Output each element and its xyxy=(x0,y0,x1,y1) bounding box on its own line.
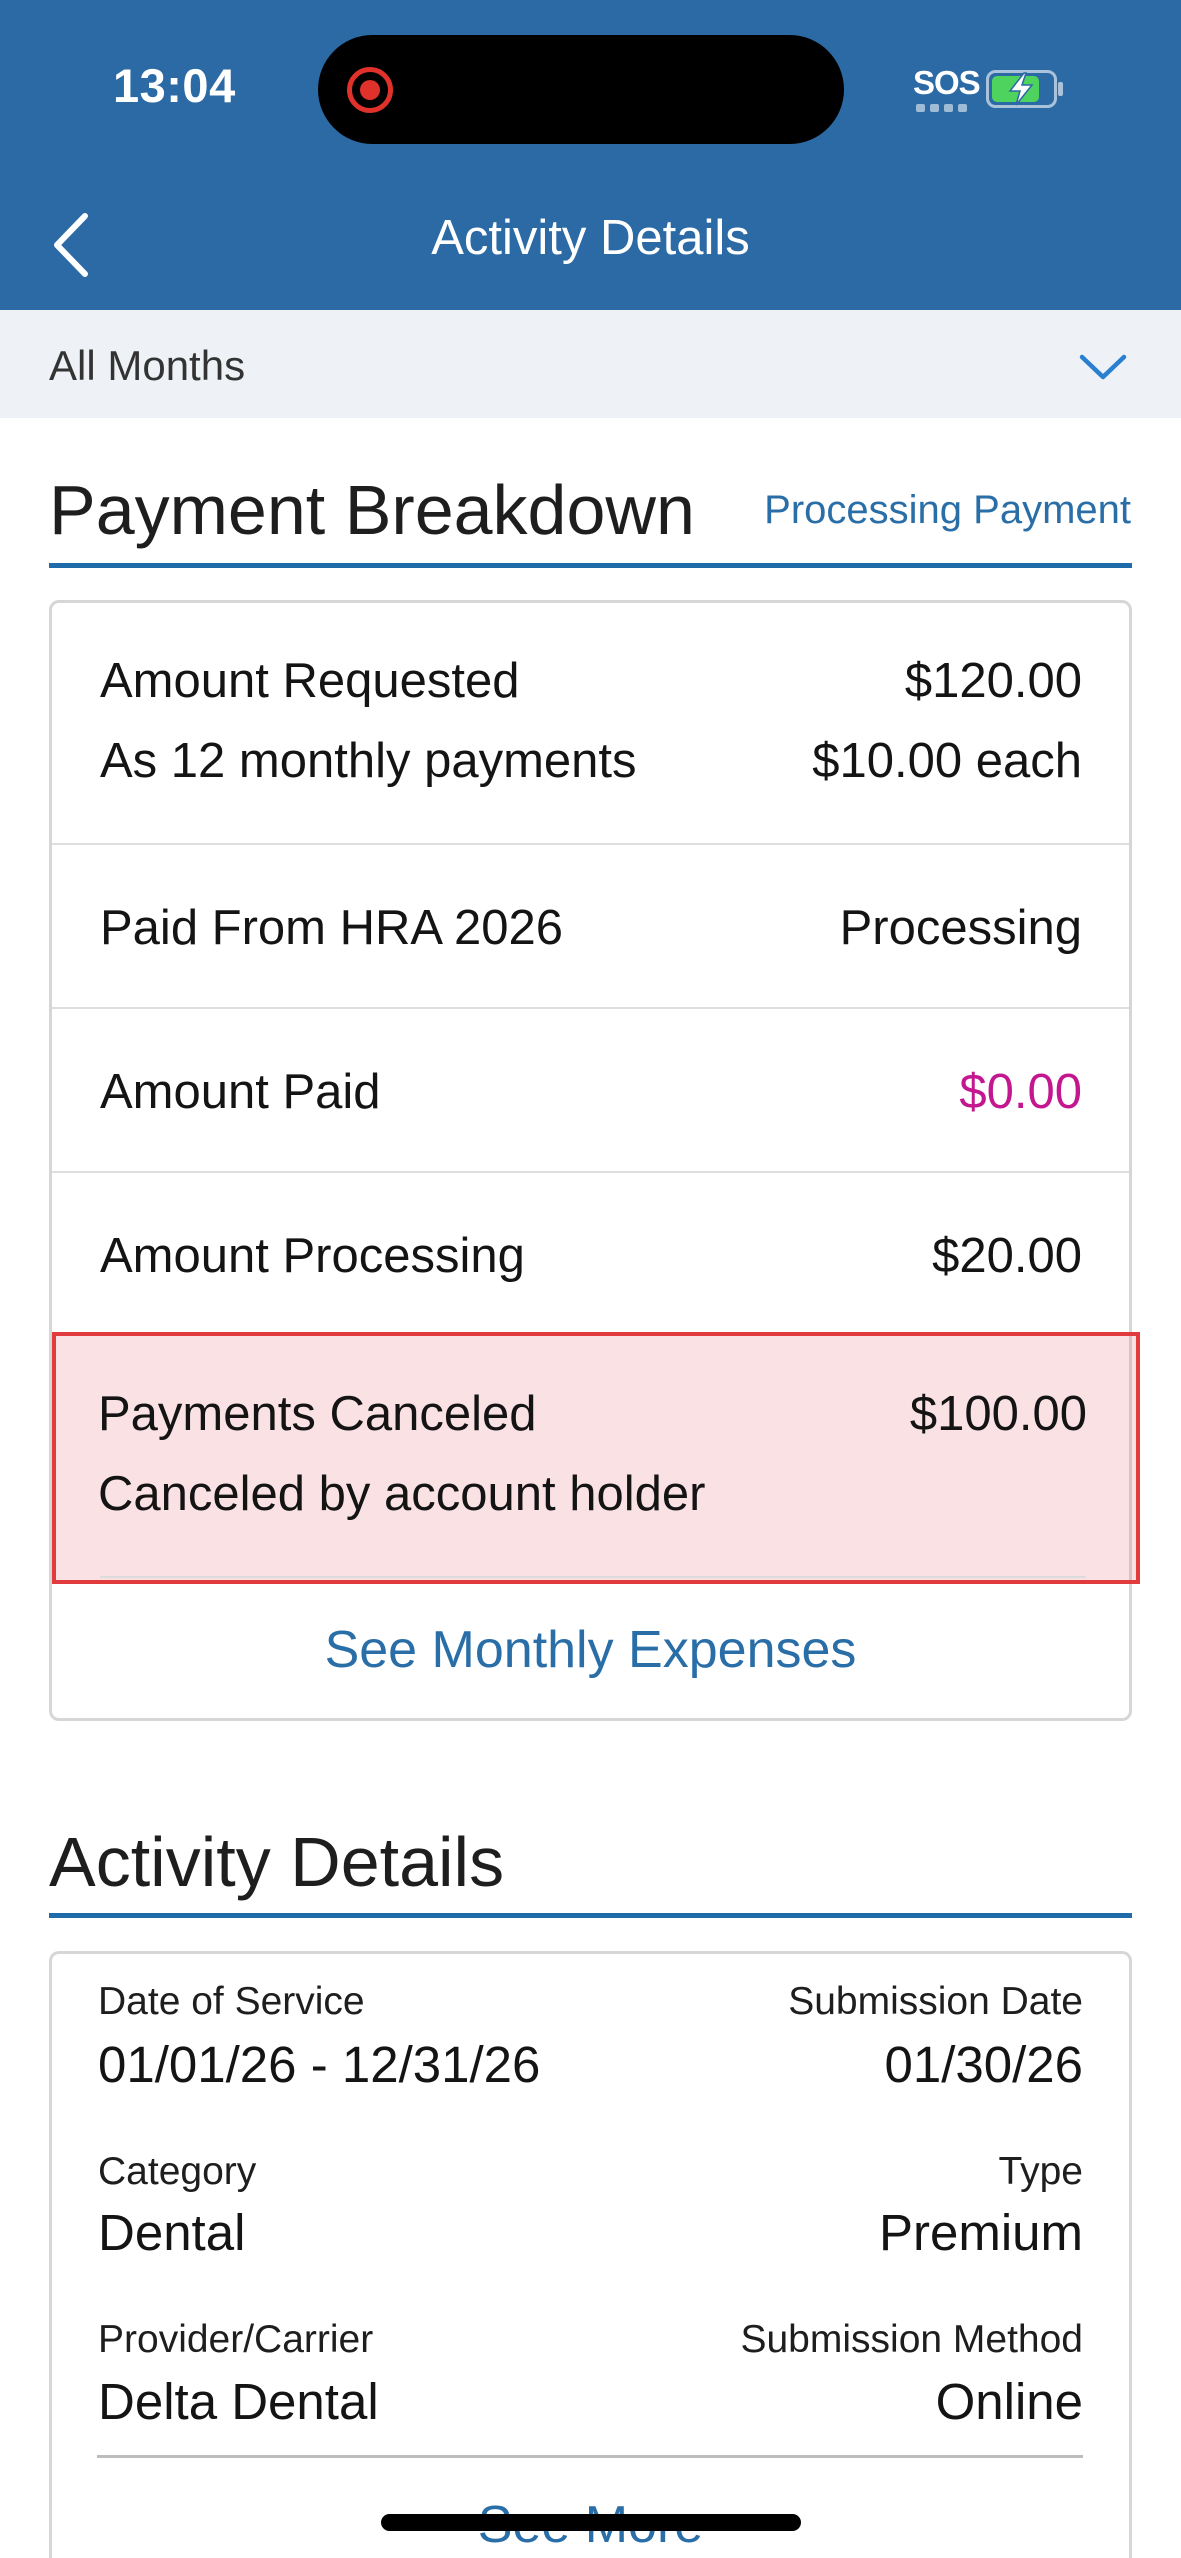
amount-processing-row: Amount Processing $20.00 xyxy=(52,1173,1129,1335)
month-filter-value: All Months xyxy=(49,342,246,389)
amount-processing-label: Amount Processing xyxy=(100,1229,525,1283)
paid-from-label: Paid From HRA 2026 xyxy=(100,901,563,955)
amount-requested-value: $120.00 xyxy=(904,654,1082,708)
amount-requested-label: Amount Requested xyxy=(100,654,520,708)
canceled-by-label: Canceled by account holder xyxy=(98,1467,706,1521)
status-indicators: SOS xyxy=(910,62,1070,118)
month-filter-dropdown[interactable]: All Months xyxy=(0,310,1181,418)
amount-paid-label: Amount Paid xyxy=(100,1065,381,1119)
submission-date-label: Submission Date xyxy=(788,1980,1083,2023)
status-time: 13:04 xyxy=(113,59,236,112)
section-divider xyxy=(49,1913,1132,1918)
details-divider xyxy=(97,2455,1083,2458)
type-value: Premium xyxy=(878,2204,1083,2261)
section-divider xyxy=(49,563,1132,568)
submission-method-value: Online xyxy=(935,2373,1083,2430)
battery-charging-icon xyxy=(986,70,1063,108)
category-value: Dental xyxy=(98,2204,246,2261)
amount-processing-value: $20.00 xyxy=(932,1229,1082,1283)
row-divider xyxy=(100,1576,1086,1578)
signal-dots-icon xyxy=(916,104,967,112)
chevron-down-icon[interactable] xyxy=(1078,352,1128,382)
submission-date-value: 01/30/26 xyxy=(884,2036,1083,2093)
category-label: Category xyxy=(98,2150,257,2193)
paid-from-value: Processing xyxy=(839,901,1082,955)
payments-canceled-row: Payments Canceled $100.00 Canceled by ac… xyxy=(52,1332,1140,1584)
payment-breakdown-title: Payment Breakdown xyxy=(49,471,695,549)
amount-paid-row: Amount Paid $0.00 xyxy=(52,1009,1129,1173)
date-of-service-label: Date of Service xyxy=(98,1980,365,2023)
payments-canceled-label: Payments Canceled xyxy=(98,1387,537,1441)
app-header: 13:04 SOS Activity Details xyxy=(0,0,1181,310)
activity-details-title: Activity Details xyxy=(49,1823,505,1901)
payments-canceled-value: $100.00 xyxy=(909,1387,1087,1441)
submission-method-label: Submission Method xyxy=(740,2318,1083,2361)
monthly-payments-label: As 12 monthly payments xyxy=(100,734,637,788)
dynamic-island xyxy=(318,35,844,144)
see-monthly-expenses-link[interactable]: See Monthly Expenses xyxy=(0,1620,1181,1680)
monthly-payment-value: $10.00 each xyxy=(812,734,1082,788)
type-label: Type xyxy=(998,2150,1083,2193)
screen-recording-icon xyxy=(347,67,393,113)
amount-paid-value: $0.00 xyxy=(959,1065,1082,1119)
page-title: Activity Details xyxy=(431,211,750,265)
home-indicator[interactable] xyxy=(381,2514,801,2531)
provider-label: Provider/Carrier xyxy=(98,2318,374,2361)
sos-label: SOS xyxy=(913,64,981,101)
date-of-service-value: 01/01/26 - 12/31/26 xyxy=(98,2036,541,2093)
provider-value: Delta Dental xyxy=(98,2373,379,2430)
paid-from-row: Paid From HRA 2026 Processing xyxy=(52,845,1129,1009)
amount-requested-row: Amount Requested $120.00 As 12 monthly p… xyxy=(52,603,1129,845)
payment-status: Processing Payment xyxy=(764,488,1131,532)
